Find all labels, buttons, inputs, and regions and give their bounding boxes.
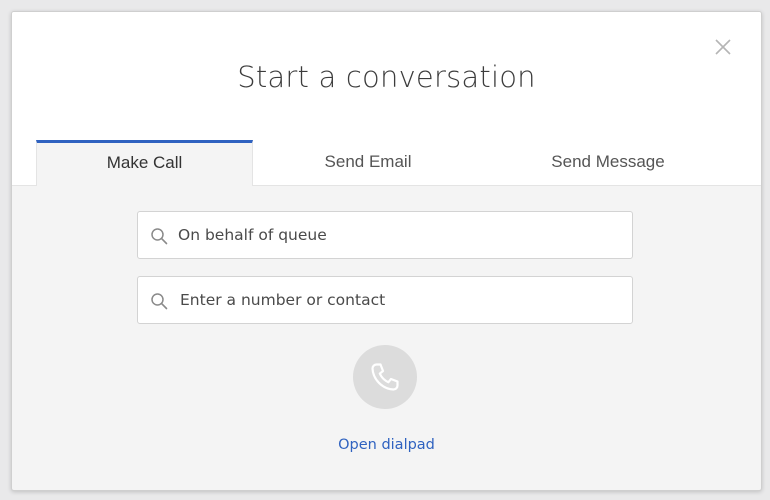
call-button[interactable] xyxy=(353,345,417,409)
queue-input[interactable] xyxy=(178,212,618,258)
start-conversation-dialog: Start a conversation Make Call Send Emai… xyxy=(11,11,762,491)
phone-icon xyxy=(371,363,399,391)
queue-field[interactable] xyxy=(137,211,633,259)
close-icon xyxy=(715,39,731,55)
tab-send-message[interactable]: Send Message xyxy=(483,140,733,185)
conversation-tabs: Make Call Send Email Send Message xyxy=(36,140,736,186)
dialog-title: Start a conversation xyxy=(237,60,536,94)
tab-send-email[interactable]: Send Email xyxy=(253,140,483,185)
search-icon xyxy=(151,228,168,245)
search-icon xyxy=(151,293,168,310)
contact-field[interactable] xyxy=(137,276,633,324)
open-dialpad-link[interactable]: Open dialpad xyxy=(12,437,761,453)
dialog-header: Start a conversation Make Call Send Emai… xyxy=(12,12,761,186)
contact-input[interactable] xyxy=(180,277,620,323)
tab-make-call[interactable]: Make Call xyxy=(36,140,253,186)
close-button[interactable] xyxy=(712,36,734,58)
